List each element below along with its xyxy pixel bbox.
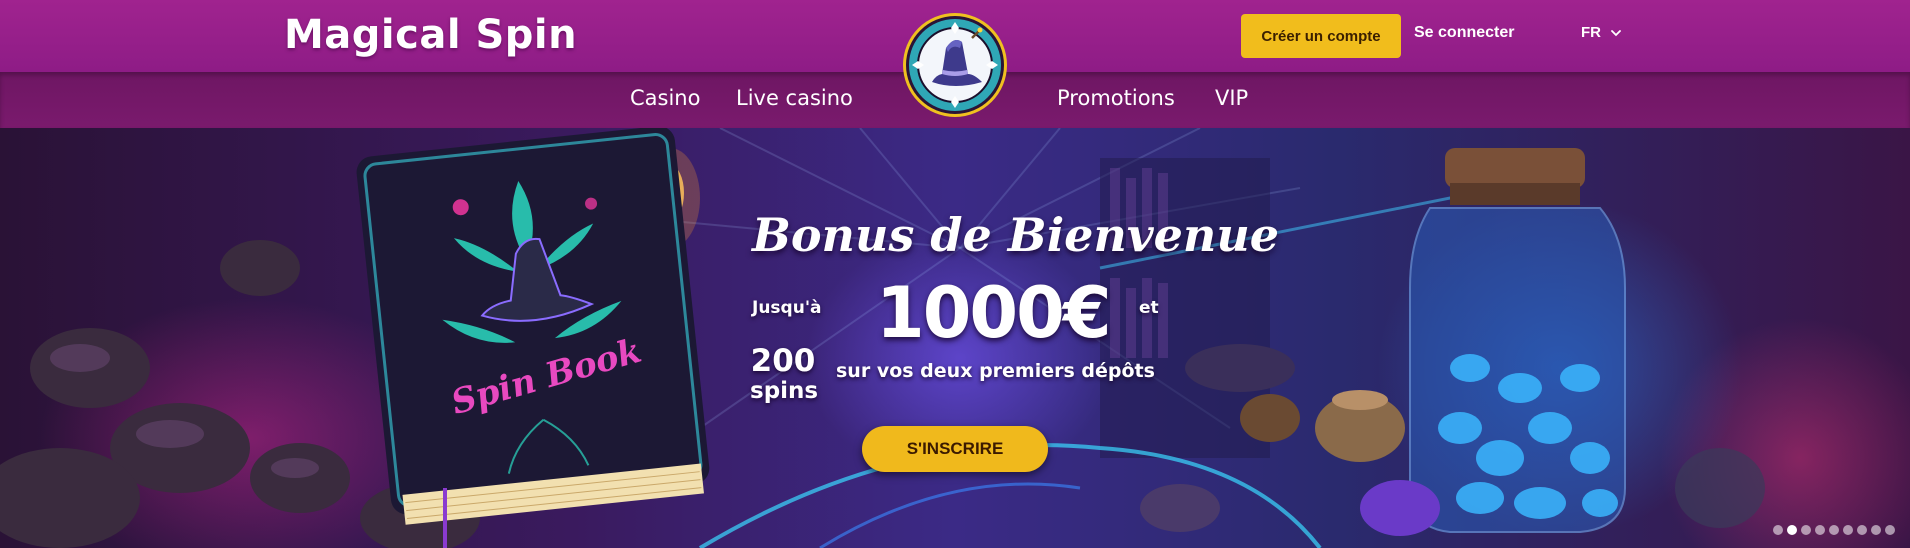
signup-cta-button[interactable]: S'INSCRIRE (862, 426, 1048, 472)
bonus-amount: 1000€ (876, 272, 1112, 354)
carousel-dot[interactable] (1829, 525, 1839, 535)
wizard-hat-emblem[interactable] (902, 12, 1008, 118)
spins-word: spins (750, 378, 819, 404)
nav-item-live-casino[interactable]: Live casino (736, 86, 853, 110)
nav-item-vip[interactable]: VIP (1215, 86, 1248, 110)
carousel-dot[interactable] (1843, 525, 1853, 535)
carousel-dot[interactable] (1801, 525, 1811, 535)
carousel-dot[interactable] (1871, 525, 1881, 535)
spins-count: 200 (750, 343, 816, 379)
carousel-dot[interactable] (1815, 525, 1825, 535)
hero-title: Bonus de Bienvenue (752, 208, 1280, 262)
language-selector[interactable]: FR (1581, 24, 1621, 41)
nav-item-promotions[interactable]: Promotions (1057, 86, 1175, 110)
carousel-dot[interactable] (1885, 525, 1895, 535)
and-text: et (1139, 298, 1159, 318)
chevron-down-icon (1611, 29, 1621, 36)
nav-item-casino[interactable]: Casino (630, 86, 700, 110)
up-to-text: Jusqu'à (752, 298, 822, 318)
carousel-dot[interactable] (1773, 525, 1783, 535)
language-code: FR (1581, 24, 1601, 41)
carousel-dot[interactable] (1857, 525, 1867, 535)
deposit-text: sur vos deux premiers dépôts (836, 360, 1155, 382)
carousel-dot-active[interactable] (1787, 525, 1797, 535)
site-logo[interactable]: Magical Spin (284, 12, 577, 58)
register-button[interactable]: Créer un compte (1241, 14, 1401, 58)
carousel-dots (1773, 525, 1895, 535)
login-link[interactable]: Se connecter (1414, 24, 1514, 42)
